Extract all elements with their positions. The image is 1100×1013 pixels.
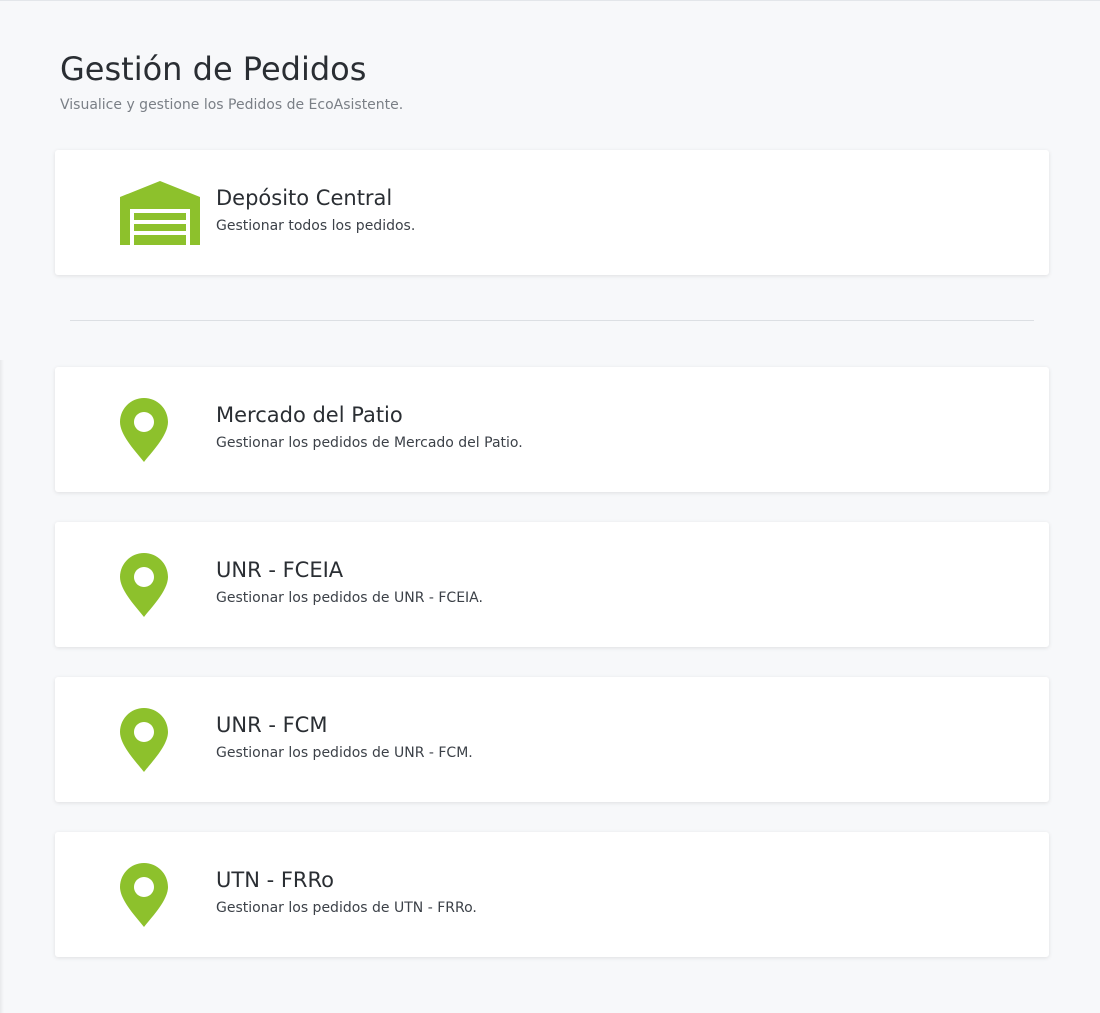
map-marker-icon — [120, 677, 168, 802]
card-text: UTN - FRRo Gestionar los pedidos de UTN … — [216, 866, 477, 918]
section-divider — [70, 320, 1034, 321]
card-description: Gestionar los pedidos de UNR - FCEIA. — [216, 590, 483, 606]
card-unr-fcm[interactable]: UNR - FCM Gestionar los pedidos de UNR -… — [55, 677, 1049, 802]
card-description: Gestionar todos los pedidos. — [216, 218, 416, 234]
card-title: Mercado del Patio — [216, 403, 403, 427]
card-title: UTN - FRRo — [216, 868, 335, 892]
map-marker-icon — [120, 522, 168, 647]
card-text: Mercado del Patio Gestionar los pedidos … — [216, 401, 523, 453]
map-marker-icon — [120, 832, 168, 957]
top-border — [0, 0, 1100, 1]
card-text: UNR - FCM Gestionar los pedidos de UNR -… — [216, 711, 473, 763]
card-deposito-central[interactable]: Depósito Central Gestionar todos los ped… — [55, 150, 1049, 275]
card-title: UNR - FCEIA — [216, 558, 344, 582]
page-title: Gestión de Pedidos — [60, 50, 367, 88]
card-title: UNR - FCM — [216, 713, 328, 737]
card-text: Depósito Central Gestionar todos los ped… — [216, 184, 415, 236]
card-description: Gestionar los pedidos de Mercado del Pat… — [216, 435, 523, 451]
warehouse-icon — [120, 150, 200, 275]
sidebar-edge-shadow — [0, 360, 4, 1013]
card-utn-frro[interactable]: UTN - FRRo Gestionar los pedidos de UTN … — [55, 832, 1049, 957]
card-mercado-del-patio[interactable]: Mercado del Patio Gestionar los pedidos … — [55, 367, 1049, 492]
map-marker-icon — [120, 367, 168, 492]
page-header: Gestión de Pedidos Visualice y gestione … — [60, 48, 403, 113]
card-text: UNR - FCEIA Gestionar los pedidos de UNR… — [216, 556, 483, 608]
card-unr-fceia[interactable]: UNR - FCEIA Gestionar los pedidos de UNR… — [55, 522, 1049, 647]
page-subtitle: Visualice y gestione los Pedidos de EcoA… — [60, 97, 404, 113]
card-description: Gestionar los pedidos de UTN - FRRo. — [216, 900, 477, 916]
card-description: Gestionar los pedidos de UNR - FCM. — [216, 745, 473, 761]
card-title: Depósito Central — [216, 186, 393, 210]
